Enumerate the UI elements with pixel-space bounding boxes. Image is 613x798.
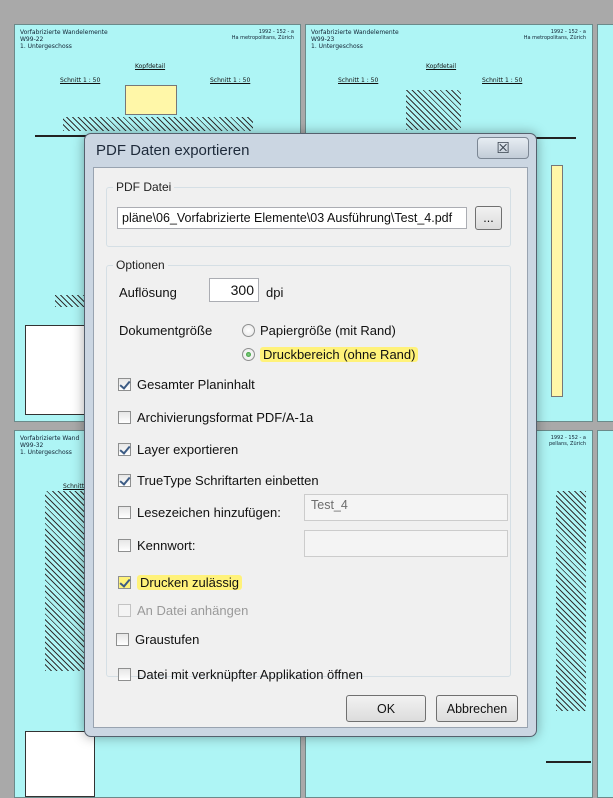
checkbox-archive-format[interactable]: Archivierungsformat PDF/A-1a xyxy=(118,408,313,426)
sheet-subtitle: 1. Untergeschoss xyxy=(20,43,72,50)
sheet-ref-location: Ha metropolitans, Zürich xyxy=(523,35,586,41)
sheet-title: Vorfabrizierte Wandelemente xyxy=(311,29,399,36)
drawing-hatch xyxy=(406,90,461,130)
drawing-hatch xyxy=(63,117,253,131)
checkbox[interactable] xyxy=(118,603,131,617)
checkbox[interactable] xyxy=(116,632,129,646)
sheet-header: Vorfabrizierte Wand W99-32 1. Untergesch… xyxy=(20,435,79,456)
section-label: Schnitt 1 : 50 xyxy=(60,77,101,84)
radio-paper-size[interactable]: Papiergröße (mit Rand) xyxy=(242,321,396,339)
pdf-file-group: PDF Datei pläne\06_Vorfabrizierte Elemen… xyxy=(106,180,511,247)
drawing-sheet xyxy=(597,430,613,798)
sheet-code: W99-32 xyxy=(20,442,44,449)
checkbox[interactable] xyxy=(118,505,131,519)
sheet-header: Vorfabrizierte Wandelemente W99-23 1. Un… xyxy=(311,29,399,50)
checkbox-full-plan[interactable]: Gesamter Planinhalt xyxy=(118,375,255,393)
resolution-unit: dpi xyxy=(266,285,284,300)
checkbox-attach-to-file[interactable]: An Datei anhängen xyxy=(118,601,248,619)
sheet-subtitle: 1. Untergeschoss xyxy=(20,449,72,456)
detail-box xyxy=(551,165,563,397)
checkbox[interactable] xyxy=(118,377,131,391)
checkbox-archive-format-label: Archivierungsformat PDF/A-1a xyxy=(137,409,314,425)
checkbox-password[interactable]: Kennwort: xyxy=(118,536,196,554)
pdf-file-group-label: PDF Datei xyxy=(113,180,175,194)
section-label: Schnitt xyxy=(63,483,85,490)
drawing-sheet xyxy=(597,24,613,422)
drawing-hatch xyxy=(55,295,85,307)
checkbox[interactable] xyxy=(118,410,131,424)
pdf-export-dialog: PDF Daten exportieren ☒ PDF Datei pläne\… xyxy=(84,133,537,737)
checkbox[interactable] xyxy=(118,575,131,589)
checkbox-allow-printing-label: Drucken zulässig xyxy=(137,574,242,590)
checkbox[interactable] xyxy=(118,442,131,456)
sheet-ref-location: pellans, Zürich xyxy=(548,441,586,447)
sheet-ref: 1992 - 152 - a pellans, Zürich xyxy=(549,435,586,447)
drawing-hatch xyxy=(556,491,586,711)
checkbox-grayscale[interactable]: Graustufen xyxy=(116,630,199,648)
sheet-subtitle: 1. Untergeschoss xyxy=(311,43,363,50)
section-label: Schnitt 1 : 50 xyxy=(482,77,523,84)
radio-paper-size-label: Papiergröße (mit Rand) xyxy=(260,322,396,338)
radio-print-area[interactable]: Druckbereich (ohne Rand) xyxy=(242,345,419,363)
checkbox-embed-truetype-label: TrueType Schriftarten einbetten xyxy=(137,472,319,488)
checkbox-grayscale-label: Graustufen xyxy=(135,631,200,647)
browse-button[interactable]: ... xyxy=(475,206,502,230)
password-field[interactable] xyxy=(304,530,508,557)
checkbox[interactable] xyxy=(118,667,131,681)
options-group-label: Optionen xyxy=(113,258,168,272)
cancel-button[interactable]: Abbrechen xyxy=(436,695,518,722)
checkbox-add-bookmarks-label: Lesezeichen hinzufügen: xyxy=(137,504,281,520)
sheet-code: W99-22 xyxy=(20,36,44,43)
checkbox-embed-truetype[interactable]: TrueType Schriftarten einbetten xyxy=(118,471,319,489)
checkbox-add-bookmarks[interactable]: Lesezeichen hinzufügen: xyxy=(118,503,281,521)
close-button[interactable]: ☒ xyxy=(477,137,529,159)
drawing-line xyxy=(546,761,591,763)
file-path-field[interactable]: pläne\06_Vorfabrizierte Elemente\03 Ausf… xyxy=(117,207,467,229)
radio-button-selected[interactable] xyxy=(242,347,255,361)
sheet-ref: 1992 - 152 - a Ha metropolitans, Zürich xyxy=(232,29,294,41)
document-size-label: Dokumentgröße xyxy=(119,323,213,338)
radio-button[interactable] xyxy=(242,323,255,337)
checkbox[interactable] xyxy=(118,473,131,487)
checkbox-attach-to-file-label: An Datei anhängen xyxy=(137,602,249,618)
checkbox-open-with-app-label: Datei mit verknüpfter Applikation öffnen xyxy=(137,666,363,682)
radio-print-area-label: Druckbereich (ohne Rand) xyxy=(260,346,419,362)
dialog-client-area: PDF Datei pläne\06_Vorfabrizierte Elemen… xyxy=(93,167,528,728)
detail-box xyxy=(125,85,177,115)
resolution-label: Auflösung xyxy=(119,285,177,300)
section-label: Kopfdetail xyxy=(426,63,457,70)
sheet-ref: 1992 - 152 - a Ha metropolitans, Zürich xyxy=(524,29,586,41)
section-label: Schnitt 1 : 50 xyxy=(210,77,251,84)
top-toolbar-strip xyxy=(0,0,613,22)
bookmark-field[interactable]: Test_4 xyxy=(304,494,508,521)
dialog-title: PDF Daten exportieren xyxy=(96,142,250,159)
checkbox-export-layers[interactable]: Layer exportieren xyxy=(118,440,238,458)
sheet-title: Vorfabrizierte Wand xyxy=(20,435,80,442)
checkbox-open-with-app[interactable]: Datei mit verknüpfter Applikation öffnen xyxy=(118,665,363,683)
checkbox-full-plan-label: Gesamter Planinhalt xyxy=(137,376,255,392)
drawing-hatch xyxy=(45,491,85,671)
checkbox[interactable] xyxy=(118,538,131,552)
close-icon: ☒ xyxy=(496,139,510,157)
info-box xyxy=(25,731,95,797)
sheet-ref-location: Ha metropolitans, Zürich xyxy=(231,35,294,41)
sheet-code: W99-23 xyxy=(311,36,335,43)
resolution-field[interactable]: 300 xyxy=(209,278,259,302)
checkbox-allow-printing[interactable]: Drucken zulässig xyxy=(118,573,242,591)
section-label: Kopfdetail xyxy=(135,63,166,70)
ok-button[interactable]: OK xyxy=(346,695,426,722)
checkbox-password-label: Kennwort: xyxy=(137,537,196,553)
checkbox-export-layers-label: Layer exportieren xyxy=(137,441,239,457)
sheet-title: Vorfabrizierte Wandelemente xyxy=(20,29,108,36)
section-label: Schnitt 1 : 50 xyxy=(338,77,379,84)
sheet-header: Vorfabrizierte Wandelemente W99-22 1. Un… xyxy=(20,29,108,50)
